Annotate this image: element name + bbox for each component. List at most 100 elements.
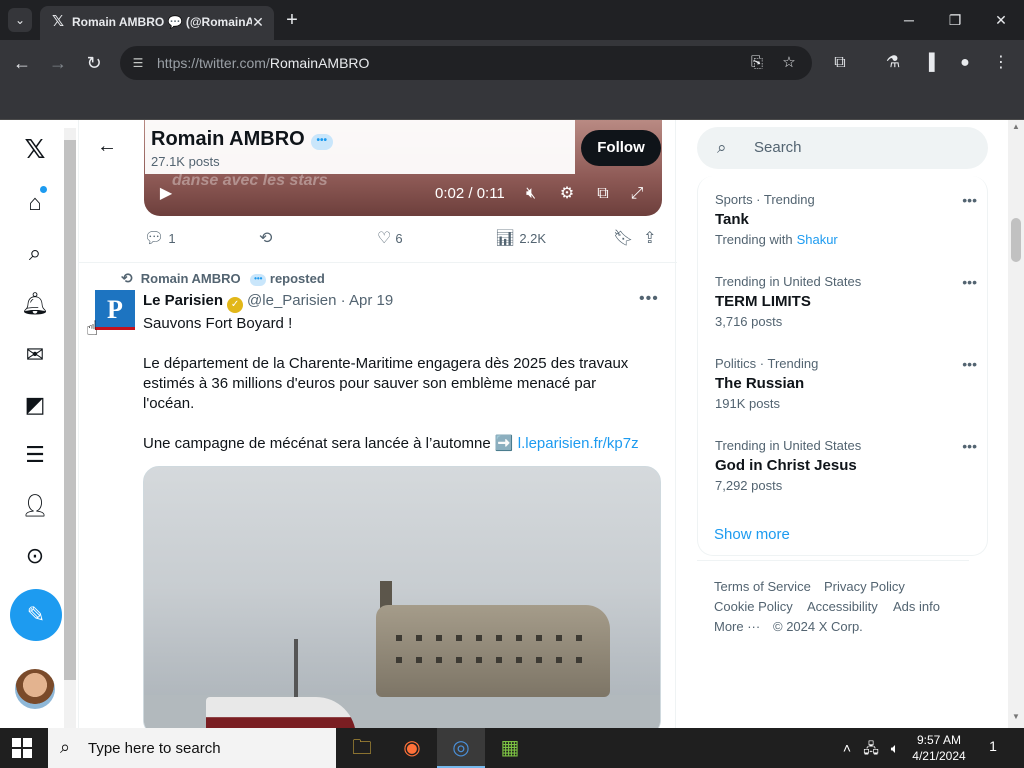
browser-menu-icon[interactable]: ⋮	[990, 51, 1012, 75]
windows-taskbar: ⌕ Type here to search 🗀 ◉ ◎ ▦ ˄ 🖧︎ 🔈︎ 9:…	[0, 728, 1024, 768]
file-explorer-icon[interactable]: 🗀	[338, 728, 386, 768]
like-button[interactable]: ♡ 6	[377, 228, 403, 250]
reply-button[interactable]: 💬︎ 1	[144, 228, 176, 250]
tweet-link[interactable]: l.leparisien.fr/kp7z	[518, 435, 639, 452]
trend-item[interactable]: Trending in United States TERM LIMITS 3,…	[715, 274, 977, 329]
more-circle-icon[interactable]: ⊙	[20, 541, 50, 571]
nav-scrollbar[interactable]	[64, 128, 76, 728]
trend-item[interactable]: Trending in United States God in Christ …	[715, 438, 977, 493]
le-parisien-avatar[interactable]: P	[95, 290, 135, 330]
browser-tab-bar: ⌄ 𝕏 Romain AMBRO 💬 (@RomainAMBRO ✕ + ─ ❐…	[0, 0, 1024, 40]
firefox-icon[interactable]: ◉	[388, 728, 436, 768]
page-scrollbar-thumb[interactable]	[1011, 218, 1021, 262]
trend-more-options-icon[interactable]: •••	[962, 274, 977, 290]
show-more-link[interactable]: Show more	[714, 526, 790, 543]
messages-envelope-icon[interactable]: ✉	[20, 340, 50, 370]
forward-button[interactable]: →	[46, 51, 70, 75]
bookmarks-bar	[0, 86, 1024, 120]
views-bar-chart-icon: 📊︎	[495, 230, 516, 247]
settings-gear-icon[interactable]: ⚙	[556, 182, 578, 206]
notifications-bell-icon[interactable]: 🔔︎	[20, 289, 50, 319]
back-button[interactable]: ←	[10, 51, 34, 75]
install-app-icon[interactable]: ⎘	[748, 54, 766, 72]
notification-center-icon[interactable]: 1	[982, 738, 1004, 758]
trend-sub-link[interactable]: Shakur	[797, 232, 838, 247]
trend-more-options-icon[interactable]: •••	[962, 192, 977, 208]
taskbar-clock[interactable]: 9:57 AM 4/21/2024	[904, 732, 974, 764]
scroll-down-arrow-icon[interactable]: ▼	[1008, 712, 1024, 726]
tweet-author-line[interactable]: Le Parisien ✓ @le_Parisien · Apr 19	[143, 292, 393, 313]
close-window-button[interactable]: ✕	[988, 8, 1014, 32]
trend-item[interactable]: Sports · Trending Tank Trending with Shak…	[715, 192, 977, 247]
page-title: Romain AMBRO •••	[151, 128, 333, 151]
browser-tab[interactable]: 𝕏 Romain AMBRO 💬 (@RomainAMBRO ✕	[40, 6, 274, 40]
back-arrow-icon[interactable]: ←	[95, 134, 119, 158]
page-scrollbar[interactable]: ▲ ▼	[1008, 120, 1024, 728]
x-logo-icon[interactable]: 𝕏	[20, 134, 50, 164]
repost-button[interactable]: ⟲	[259, 228, 276, 250]
lists-icon[interactable]: ☰	[20, 440, 50, 470]
tweet-more-options-icon[interactable]: •••	[639, 290, 659, 308]
trend-more-options-icon[interactable]: •••	[962, 356, 977, 372]
site-info-icon[interactable]: ☰	[130, 55, 146, 71]
footer-more-link[interactable]: More ···	[714, 619, 760, 634]
taskbar-search-box[interactable]: ⌕ Type here to search	[48, 728, 336, 768]
profile-header: ← Romain AMBRO ••• 27.1K posts Follow	[79, 120, 677, 174]
account-avatar[interactable]	[15, 669, 55, 709]
mute-icon[interactable]: 🔇︎	[520, 182, 542, 206]
grok-icon[interactable]: ◩	[20, 390, 50, 420]
footer-accessibility-link[interactable]: Accessibility	[807, 599, 878, 614]
network-icon[interactable]: 🖧︎	[860, 728, 882, 768]
compose-post-button[interactable]: ✎	[10, 589, 62, 641]
close-tab-icon[interactable]: ✕	[250, 14, 266, 30]
bookmark-icon: 🔖︎	[613, 230, 634, 247]
extensions-icon[interactable]: ⧉	[829, 51, 851, 75]
scroll-up-arrow-icon[interactable]: ▲	[1008, 122, 1024, 136]
tweet-text-line-5-body: Une campagne de mécénat sera lancée à l’…	[143, 435, 514, 452]
reload-button[interactable]: ↻	[82, 51, 106, 75]
trend-more-options-icon[interactable]: •••	[962, 438, 977, 454]
volume-muted-icon[interactable]: 🔈︎	[884, 728, 906, 768]
explore-search-icon[interactable]: ⌕	[20, 238, 50, 268]
views-button[interactable]: 📊︎ 2.2K	[495, 228, 546, 250]
home-icon[interactable]: ⌂	[20, 186, 50, 218]
trend-meta: Politics · Trending	[715, 356, 819, 371]
tab-search-button[interactable]: ⌄	[8, 8, 32, 32]
nav-scrollbar-thumb[interactable]	[64, 140, 76, 680]
mouse-pointer-hand-icon: ☝	[86, 318, 99, 340]
profile-person-icon[interactable]: 👤︎	[20, 491, 50, 521]
share-button[interactable]: ⇪	[643, 228, 660, 250]
footer-privacy-link[interactable]: Privacy Policy	[824, 579, 905, 594]
follow-button[interactable]: Follow	[581, 130, 661, 166]
repost-context[interactable]: ⟲ Romain AMBRO ••• reposted	[121, 270, 325, 287]
trend-item[interactable]: Politics · Trending The Russian 191K pos…	[715, 356, 977, 411]
show-hidden-icons-chevron-icon[interactable]: ˄	[838, 728, 856, 768]
minimize-window-button[interactable]: ─	[896, 8, 922, 32]
footer-terms-link[interactable]: Terms of Service	[714, 579, 811, 594]
profile-icon[interactable]: ●	[954, 51, 976, 75]
search-input[interactable]: ⌕ Search	[697, 127, 988, 169]
tweet-author-handle[interactable]: @le_Parisien · Apr 19	[247, 292, 393, 309]
picture-in-picture-icon[interactable]: ⧉	[592, 182, 614, 206]
restore-window-button[interactable]: ❐	[942, 8, 968, 32]
footer-ads-link[interactable]: Ads info	[893, 599, 940, 614]
tweet-photo-fort-boyard[interactable]	[143, 466, 661, 728]
trend-meta: Sports · Trending	[715, 192, 815, 207]
video-watermark: danse avec les stars	[172, 172, 328, 189]
trend-meta: Trending in United States	[715, 438, 862, 453]
side-panel-icon[interactable]: ▐	[918, 51, 940, 75]
taskbar-search-icon: ⌕	[60, 737, 71, 757]
address-bar[interactable]: ☰ https://twitter.com/RomainAMBRO ⎘ ☆	[120, 46, 812, 80]
tweet-author-name[interactable]: Le Parisien	[143, 292, 223, 309]
chrome-icon[interactable]: ◎	[437, 728, 485, 768]
fullscreen-icon[interactable]: ⤢	[626, 182, 648, 206]
trend-sub-text: Trending with	[715, 232, 793, 247]
footer-cookie-link[interactable]: Cookie Policy	[714, 599, 793, 614]
spreadsheet-app-icon[interactable]: ▦	[486, 728, 534, 768]
new-tab-button[interactable]: +	[282, 8, 302, 32]
labs-flask-icon[interactable]: ⚗	[882, 51, 904, 75]
start-windows-icon[interactable]	[12, 738, 32, 758]
bookmark-star-icon[interactable]: ☆	[780, 54, 798, 72]
bookmark-button[interactable]: 🔖︎	[613, 228, 637, 250]
play-icon[interactable]: ▶	[156, 182, 176, 206]
